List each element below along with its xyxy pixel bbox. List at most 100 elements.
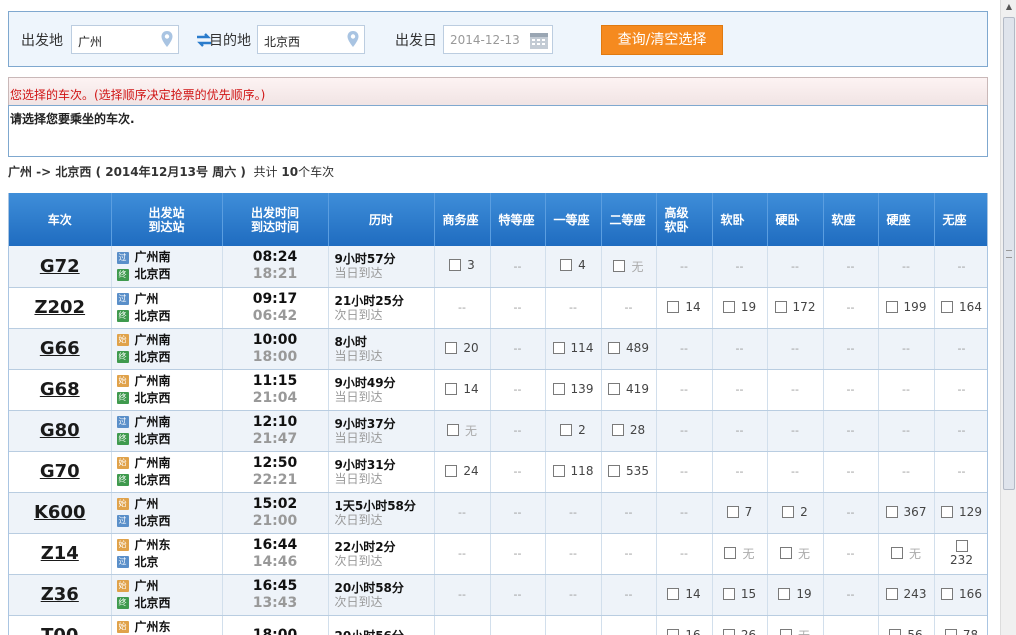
- seat-option[interactable]: 118: [552, 464, 593, 478]
- seat-option[interactable]: 14: [667, 587, 701, 601]
- seat-checkbox[interactable]: [941, 300, 954, 313]
- seat-checkbox[interactable]: [445, 341, 458, 354]
- seat-checkbox[interactable]: [885, 587, 898, 600]
- seat-option[interactable]: 24: [445, 464, 479, 478]
- seat-checkbox[interactable]: [722, 587, 735, 600]
- seat-option[interactable]: 无: [724, 545, 755, 562]
- seat-option[interactable]: 139: [552, 382, 593, 396]
- train-number[interactable]: Z202: [9, 287, 112, 329]
- seat-checkbox[interactable]: [449, 259, 462, 272]
- seat-checkbox[interactable]: [885, 505, 898, 518]
- train-number[interactable]: Z36: [9, 574, 112, 616]
- seat-checkbox[interactable]: [552, 341, 565, 354]
- from-station-input[interactable]: 广州: [71, 25, 179, 54]
- date-input[interactable]: 2014-12-13: [443, 25, 553, 54]
- seat-checkbox[interactable]: [944, 628, 957, 635]
- seat-checkbox[interactable]: [613, 260, 626, 272]
- seat-checkbox[interactable]: [667, 587, 680, 600]
- seat-option[interactable]: 2: [560, 423, 586, 437]
- seat-checkbox[interactable]: [446, 424, 459, 437]
- seat-checkbox[interactable]: [941, 587, 954, 600]
- col-train[interactable]: 车次: [9, 193, 112, 246]
- seat-option[interactable]: 无: [613, 258, 644, 275]
- seat-option[interactable]: 无: [779, 627, 810, 635]
- seat-option[interactable]: 无: [890, 545, 921, 562]
- seat-option[interactable]: 26: [722, 628, 756, 635]
- seat-checkbox[interactable]: [560, 423, 573, 436]
- seat-option[interactable]: 28: [611, 423, 645, 437]
- train-number[interactable]: G68: [9, 369, 112, 411]
- seat-option[interactable]: 20: [445, 341, 479, 355]
- col-station[interactable]: 出发站 到达站: [111, 193, 223, 246]
- col-duration[interactable]: 历时: [328, 193, 435, 246]
- seat-option[interactable]: 56: [889, 628, 923, 635]
- seat-count: 2: [800, 504, 808, 519]
- to-station-input[interactable]: 北京西: [257, 25, 365, 54]
- seat-option[interactable]: 7: [726, 505, 752, 519]
- seat-option[interactable]: 232: [950, 540, 973, 567]
- seat-option[interactable]: 14: [667, 300, 701, 314]
- seat-checkbox[interactable]: [885, 300, 898, 313]
- train-number[interactable]: G66: [9, 328, 112, 370]
- train-number[interactable]: K600: [9, 492, 112, 534]
- seat-checkbox[interactable]: [667, 628, 680, 635]
- calendar-icon[interactable]: [529, 30, 549, 50]
- seat-checkbox[interactable]: [722, 628, 735, 635]
- seat-checkbox[interactable]: [608, 341, 621, 354]
- seat-option[interactable]: 535: [608, 464, 649, 478]
- seat-checkbox[interactable]: [552, 382, 565, 395]
- seat-checkbox[interactable]: [560, 259, 573, 272]
- seat-checkbox[interactable]: [774, 300, 787, 313]
- seat-option[interactable]: 4: [560, 258, 586, 272]
- train-number[interactable]: Z14: [9, 533, 112, 575]
- seat-checkbox[interactable]: [779, 629, 792, 635]
- seat-option[interactable]: 114: [552, 341, 593, 355]
- seat-checkbox[interactable]: [552, 464, 565, 477]
- seat-checkbox[interactable]: [778, 587, 791, 600]
- seat-checkbox[interactable]: [445, 382, 458, 395]
- seat-option[interactable]: 3: [449, 258, 475, 272]
- seat-option[interactable]: 16: [667, 628, 701, 635]
- train-number[interactable]: G80: [9, 410, 112, 452]
- seat-checkbox[interactable]: [608, 464, 621, 477]
- seat-option[interactable]: 无: [779, 545, 810, 562]
- seat-option[interactable]: 19: [778, 587, 812, 601]
- seat-option[interactable]: 419: [608, 382, 649, 396]
- seat-checkbox[interactable]: [782, 505, 795, 518]
- scroll-up-arrow-icon[interactable]: ▲: [1001, 0, 1016, 14]
- seat-checkbox[interactable]: [722, 300, 735, 313]
- seat-option[interactable]: 243: [885, 587, 926, 601]
- vertical-scrollbar[interactable]: ▲: [1000, 0, 1016, 635]
- seat-checkbox[interactable]: [726, 505, 739, 518]
- seat-checkbox[interactable]: [890, 547, 903, 560]
- train-number[interactable]: T00: [9, 615, 112, 635]
- seat-option[interactable]: 199: [885, 300, 926, 314]
- seat-checkbox[interactable]: [724, 547, 737, 560]
- seat-checkbox[interactable]: [779, 547, 792, 560]
- seat-option[interactable]: 172: [774, 300, 815, 314]
- query-button[interactable]: 查询/清空选择: [601, 25, 723, 55]
- seat-option[interactable]: 166: [941, 587, 982, 601]
- seat-option[interactable]: 2: [782, 505, 808, 519]
- seat-checkbox[interactable]: [889, 628, 902, 635]
- duration-cell: 9小时49分 当日到达: [328, 369, 435, 411]
- seat-option[interactable]: 164: [941, 300, 982, 314]
- seat-checkbox[interactable]: [667, 300, 680, 313]
- seat-checkbox[interactable]: [955, 540, 968, 552]
- seat-option[interactable]: 129: [941, 505, 982, 519]
- seat-option[interactable]: 19: [722, 300, 756, 314]
- seat-checkbox[interactable]: [941, 505, 954, 518]
- seat-option[interactable]: 489: [608, 341, 649, 355]
- seat-option[interactable]: 78: [944, 628, 978, 635]
- seat-option[interactable]: 14: [445, 382, 479, 396]
- seat-checkbox[interactable]: [611, 423, 624, 436]
- seat-checkbox[interactable]: [608, 382, 621, 395]
- seat-option[interactable]: 367: [885, 505, 926, 519]
- train-number[interactable]: G70: [9, 451, 112, 493]
- train-number[interactable]: G72: [9, 246, 112, 288]
- col-time[interactable]: 出发时间 到达时间: [222, 193, 329, 246]
- seat-option[interactable]: 无: [446, 422, 477, 439]
- seat-checkbox[interactable]: [445, 464, 458, 477]
- seat-option[interactable]: 15: [722, 587, 756, 601]
- scroll-thumb[interactable]: [1003, 17, 1015, 490]
